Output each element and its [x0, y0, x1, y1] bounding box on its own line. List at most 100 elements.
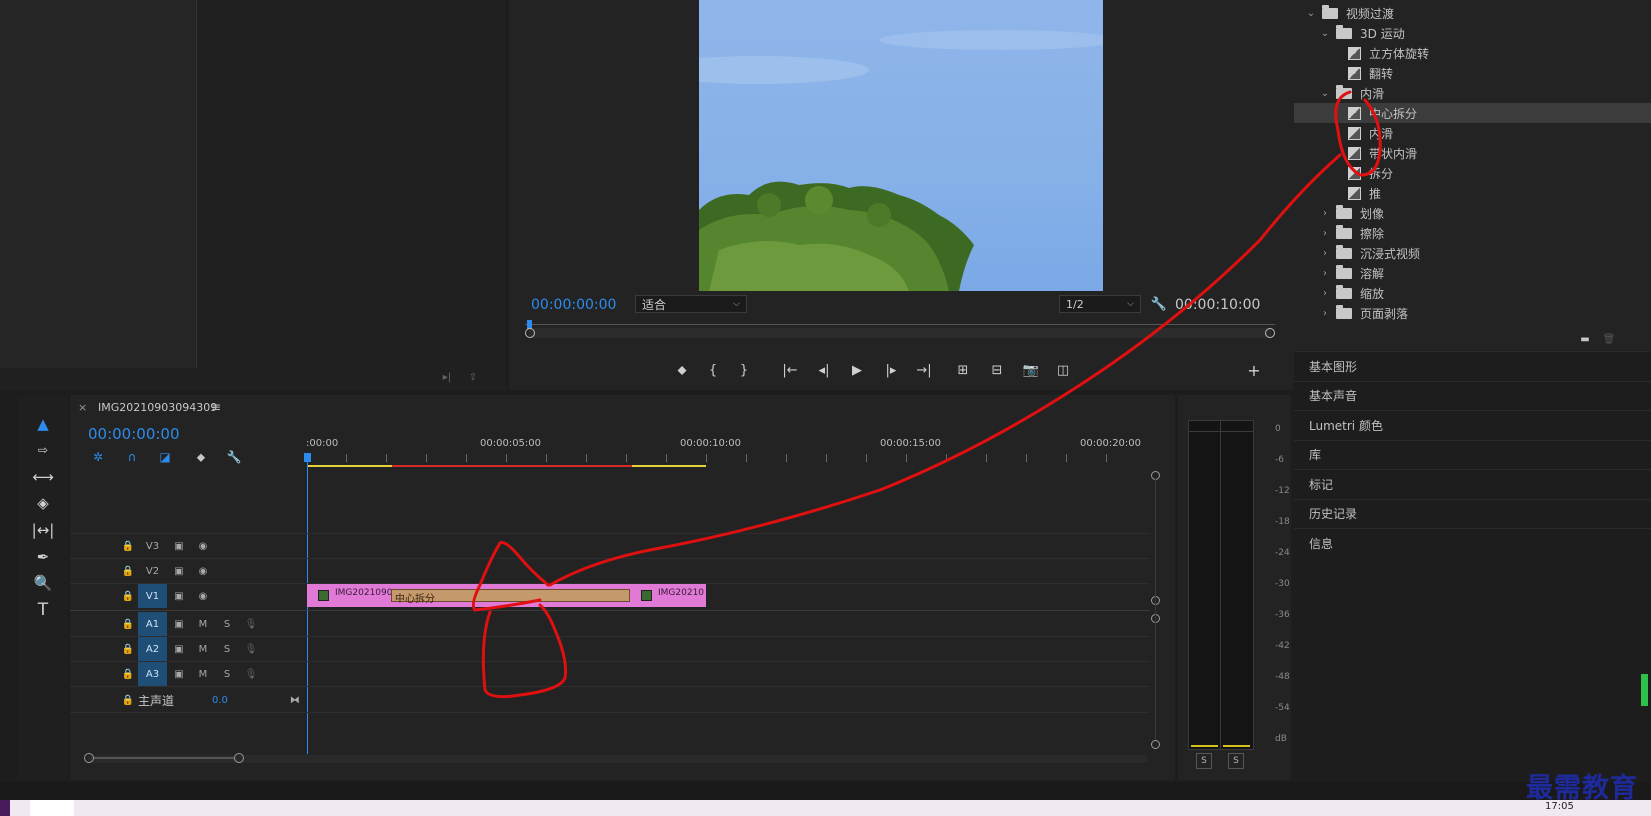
side-panel-tab[interactable]: Lumetri 颜色: [1294, 410, 1651, 439]
h-scroll-thumb[interactable]: [84, 753, 244, 763]
effects-item[interactable]: 翻转: [1294, 63, 1651, 83]
track-label-v3[interactable]: V3: [138, 534, 167, 558]
chevron-right-icon[interactable]: ›: [1320, 208, 1330, 219]
lift-icon[interactable]: ⊞: [953, 361, 973, 379]
delete-icon[interactable]: 🗑: [1602, 333, 1616, 345]
playhead-handle[interactable]: [304, 453, 311, 462]
menu-icon[interactable]: ≡: [211, 400, 221, 414]
go-to-in-icon[interactable]: |←: [780, 361, 800, 379]
effects-folder[interactable]: › 缩放: [1294, 283, 1650, 303]
camera-icon[interactable]: 📷: [1021, 361, 1041, 379]
slip-tool-icon[interactable]: |↔|: [30, 518, 56, 542]
wrench-icon[interactable]: 🔧: [1151, 296, 1167, 312]
linked-selection-icon[interactable]: ◪: [157, 449, 173, 465]
extract-icon[interactable]: ⊟: [987, 361, 1007, 379]
ruler-ticks[interactable]: [306, 454, 1146, 462]
settings-wrench-icon[interactable]: 🔧: [226, 449, 242, 465]
nest-icon[interactable]: ✲: [90, 449, 106, 465]
chevron-right-icon[interactable]: ›: [1320, 268, 1330, 279]
effects-item[interactable]: 带状内滑: [1294, 143, 1651, 163]
step-back-icon[interactable]: ◂|: [814, 361, 834, 379]
effects-folder[interactable]: ⌄ 内滑: [1294, 83, 1650, 103]
chevron-right-icon[interactable]: ›: [1320, 248, 1330, 259]
play-icon[interactable]: ▶: [847, 361, 867, 379]
chevron-down-icon[interactable]: ⌄: [1320, 88, 1330, 99]
side-panel-tab[interactable]: 基本声音: [1294, 380, 1651, 410]
mic-icon[interactable]: 🎙: [239, 619, 263, 630]
program-scrub-bar[interactable]: [525, 320, 1275, 342]
step-forward-icon[interactable]: |▸: [881, 361, 901, 379]
new-bin-icon[interactable]: ▬: [1578, 333, 1592, 345]
track-label-a3[interactable]: A3: [138, 662, 167, 686]
lock-icon[interactable]: 🔒: [118, 644, 138, 655]
effects-item[interactable]: 立方体旋转: [1294, 43, 1651, 63]
mark-out-icon[interactable]: }: [734, 361, 754, 379]
side-panel-tab[interactable]: 库: [1294, 439, 1651, 469]
effects-folder[interactable]: › 页面剥落: [1294, 303, 1650, 323]
mic-icon[interactable]: 🎙: [239, 644, 263, 655]
mute-button[interactable]: M: [191, 644, 215, 655]
h-scrollbar[interactable]: [88, 755, 1148, 763]
mic-icon[interactable]: 🎙: [239, 669, 263, 680]
solo-button[interactable]: S: [215, 669, 239, 680]
compare-icon[interactable]: ◫: [1053, 361, 1073, 379]
chevron-right-icon[interactable]: ›: [1320, 308, 1330, 319]
program-timecode[interactable]: 00:00:00:00: [531, 297, 616, 313]
go-to-out-icon[interactable]: →|: [914, 361, 934, 379]
chevron-right-icon[interactable]: ›: [1320, 228, 1330, 239]
track-label-v2[interactable]: V2: [138, 559, 167, 583]
eye-icon[interactable]: ◉: [191, 591, 215, 602]
side-panel-tab[interactable]: 标记: [1294, 469, 1651, 498]
taskbar-app-icon-2[interactable]: [30, 800, 74, 816]
lock-icon[interactable]: 🔒: [118, 541, 138, 552]
chevron-down-icon[interactable]: ⌄: [1306, 8, 1316, 19]
close-tab-icon[interactable]: ×: [78, 401, 87, 414]
master-end-icon[interactable]: ⧓: [290, 695, 300, 706]
effects-folder[interactable]: › 沉浸式视频: [1294, 243, 1650, 263]
track-select-tool-icon[interactable]: ⇨: [30, 438, 56, 462]
sequence-tab[interactable]: IMG20210903094309: [98, 401, 217, 414]
lock-icon[interactable]: 🔒: [118, 619, 138, 630]
meter-solo-right[interactable]: S: [1228, 753, 1244, 769]
type-tool-icon[interactable]: T: [30, 598, 56, 622]
toggle-sync-icon[interactable]: ▣: [167, 566, 191, 577]
insert-icon[interactable]: ▸|: [440, 370, 454, 384]
fit-select[interactable]: 适合 ⌵: [635, 295, 747, 313]
zoom-tool-icon[interactable]: 🔍: [30, 571, 56, 595]
effects-item[interactable]: 内滑: [1294, 123, 1651, 143]
effects-item[interactable]: 推: [1294, 183, 1651, 203]
chevron-right-icon[interactable]: ›: [1320, 288, 1330, 299]
solo-button[interactable]: S: [215, 644, 239, 655]
effects-folder[interactable]: › 溶解: [1294, 263, 1650, 283]
taskbar-app-icon[interactable]: [0, 800, 10, 816]
lock-icon[interactable]: 🔒: [118, 566, 138, 577]
toggle-sync-icon[interactable]: ▣: [167, 619, 191, 630]
add-marker-icon[interactable]: ⬥: [193, 449, 209, 465]
razor-tool-icon[interactable]: ◈: [30, 491, 56, 515]
mute-button[interactable]: M: [191, 619, 215, 630]
add-button-icon[interactable]: +: [1244, 361, 1264, 380]
scroll-handle-left[interactable]: [525, 328, 535, 338]
resolution-select[interactable]: 1/2 ⌵: [1059, 295, 1141, 313]
lock-icon[interactable]: 🔒: [118, 695, 138, 706]
transition-center-split[interactable]: 中心拆分: [391, 589, 630, 605]
toggle-sync-icon[interactable]: ▣: [167, 644, 191, 655]
track-label-a2[interactable]: A2: [138, 637, 167, 661]
video-clip[interactable]: IMG2021090 中心拆分 IMG20210: [307, 584, 706, 607]
toggle-sync-icon[interactable]: ▣: [167, 669, 191, 680]
eye-icon[interactable]: ◉: [191, 566, 215, 577]
pen-tool-icon[interactable]: ✒: [30, 545, 56, 569]
export-icon[interactable]: ⇪: [466, 370, 480, 384]
track-label-a1[interactable]: A1: [138, 612, 167, 636]
effects-folder[interactable]: › 划像: [1294, 203, 1650, 223]
effects-folder[interactable]: › 擦除: [1294, 223, 1650, 243]
timeline-timecode[interactable]: 00:00:00:00: [88, 425, 180, 443]
chevron-down-icon[interactable]: ⌄: [1320, 28, 1330, 39]
toggle-sync-icon[interactable]: ▣: [167, 541, 191, 552]
marker-icon[interactable]: ⬥: [672, 361, 692, 379]
side-panel-tab[interactable]: 历史记录: [1294, 498, 1651, 528]
scroll-handle-right[interactable]: [1265, 328, 1275, 338]
ripple-edit-tool-icon[interactable]: ⟷: [30, 465, 56, 489]
side-panel-tab[interactable]: 基本图形: [1294, 351, 1651, 380]
solo-button[interactable]: S: [215, 619, 239, 630]
